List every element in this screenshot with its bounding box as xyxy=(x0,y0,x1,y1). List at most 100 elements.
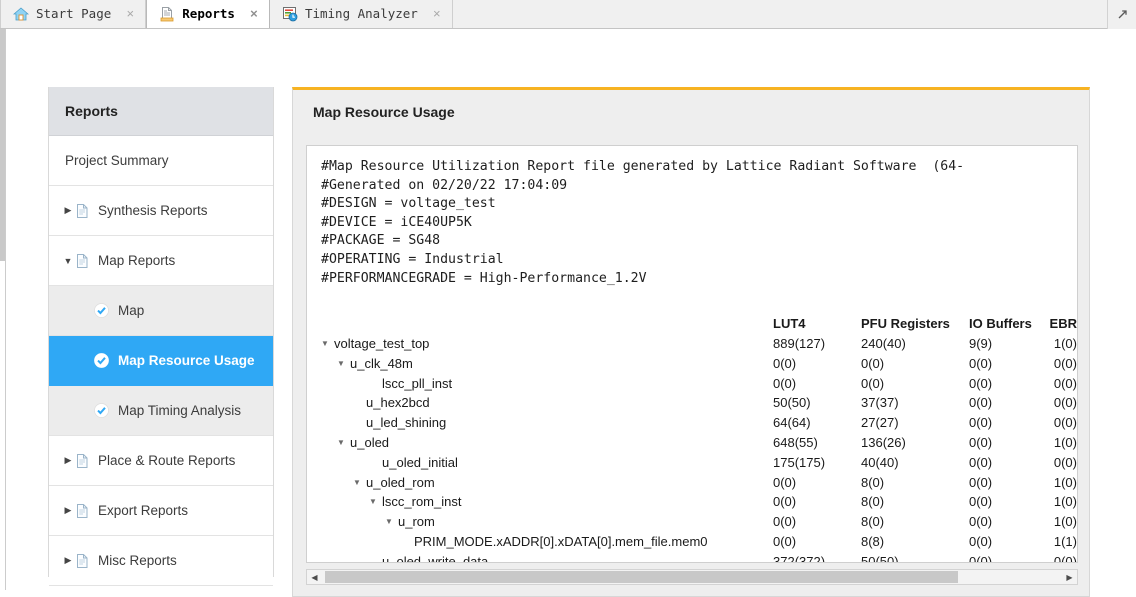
column-header-ebr: EBR xyxy=(1049,316,1077,332)
pfu-registers-cell: 27(27) xyxy=(861,415,899,431)
module-name-label: lscc_rom_inst xyxy=(382,494,462,510)
sidebar-title: Reports xyxy=(49,87,273,136)
column-header-io-buffers: IO Buffers xyxy=(969,316,1032,332)
table-row[interactable]: ▼lscc_pll_inst 0(0) 0(0) 0(0) 0(0) xyxy=(321,374,1077,394)
chevron-right-icon[interactable]: ▶ xyxy=(61,505,75,516)
sidebar-item-label: Map Reports xyxy=(98,252,176,268)
ebr-cell: 1(1) xyxy=(1053,533,1077,549)
close-icon[interactable]: × xyxy=(431,7,443,20)
sidebar-item-map[interactable]: Map xyxy=(49,286,273,336)
ebr-cell: 0(0) xyxy=(1053,553,1077,563)
sidebar-item-label: Map Resource Usage xyxy=(118,352,255,368)
chevron-down-icon[interactable]: ▼ xyxy=(353,473,361,493)
lut4-cell: 0(0) xyxy=(773,355,797,371)
ebr-cell: 1(0) xyxy=(1053,494,1077,510)
map-resource-usage-panel: Map Resource Usage #Map Resource Utiliza… xyxy=(292,87,1090,597)
io-buffers-cell: 0(0) xyxy=(969,474,993,490)
pfu-registers-cell: 8(0) xyxy=(861,474,885,490)
report-content-area[interactable]: #Map Resource Utilization Report file ge… xyxy=(306,145,1078,563)
report-horizontal-scrollbar[interactable]: ◀ ▶ xyxy=(306,569,1078,585)
report-header-block: #Map Resource Utilization Report file ge… xyxy=(321,158,1077,288)
reports-sidebar: Reports Project Summary ▶ Synthesis Repo… xyxy=(48,87,274,586)
module-name-label: u_oled xyxy=(350,434,390,450)
chevron-down-icon[interactable]: ▼ xyxy=(385,512,393,532)
expand-arrow-icon[interactable] xyxy=(1107,0,1136,29)
tab-reports[interactable]: Reports × xyxy=(146,0,270,28)
sidebar-item-map-timing-analysis[interactable]: Map Timing Analysis xyxy=(49,386,273,436)
sidebar-item-export-reports[interactable]: ▶ Export Reports xyxy=(49,486,273,536)
chevron-right-icon[interactable]: ▶ xyxy=(61,555,75,566)
tab-timing-analyzer[interactable]: Timing Analyzer × xyxy=(269,0,453,28)
table-row[interactable]: ▼u_oled_initial 175(175) 40(40) 0(0) 0(0) xyxy=(321,453,1077,473)
table-row[interactable]: ▼PRIM_MODE.xADDR[0].xDATA[0].mem_file.me… xyxy=(321,532,1077,552)
pfu-registers-cell: 240(40) xyxy=(861,335,906,351)
check-circle-icon xyxy=(94,353,109,368)
document-icon xyxy=(75,453,90,469)
sidebar-item-label: Map xyxy=(118,302,145,318)
sidebar-item-map-resource-usage[interactable]: Map Resource Usage xyxy=(49,336,273,386)
sidebar-item-label: Synthesis Reports xyxy=(98,202,208,218)
table-row[interactable]: ▼ u_oled 648(55) 136(26) 0(0) 1(0) xyxy=(321,433,1077,453)
scrollbar-track[interactable] xyxy=(322,570,1062,584)
lut4-cell: 648(55) xyxy=(773,434,818,450)
chevron-down-icon[interactable]: ▼ xyxy=(369,492,377,512)
lut4-cell: 175(175) xyxy=(773,454,826,470)
lut4-cell: 0(0) xyxy=(773,533,797,549)
close-icon[interactable]: × xyxy=(124,7,136,20)
io-buffers-cell: 0(0) xyxy=(969,395,993,411)
ebr-cell: 0(0) xyxy=(1053,454,1077,470)
table-row[interactable]: ▼u_hex2bcd 50(50) 37(37) 0(0) 0(0) xyxy=(321,393,1077,413)
table-row[interactable]: ▼ voltage_test_top 889(127) 240(40) 9(9) 1(0) xyxy=(321,334,1077,354)
sidebar-item-synthesis-reports[interactable]: ▶ Synthesis Reports xyxy=(49,186,273,236)
module-name-label: u_hex2bcd xyxy=(366,395,430,411)
chevron-down-icon[interactable]: ▼ xyxy=(61,256,75,266)
table-row[interactable]: ▼u_oled_write_data 372(372) 50(50) 0(0) 0(0) xyxy=(321,552,1077,563)
pfu-registers-cell: 50(50) xyxy=(861,553,899,563)
table-row[interactable]: ▼ lscc_rom_inst 0(0) 8(0) 0(0) 1(0) xyxy=(321,492,1077,512)
sidebar-item-label: Place & Route Reports xyxy=(98,452,236,468)
pfu-registers-cell: 8(8) xyxy=(861,533,885,549)
pfu-registers-cell: 136(26) xyxy=(861,434,906,450)
table-row[interactable]: ▼ u_clk_48m 0(0) 0(0) 0(0) 0(0) xyxy=(321,354,1077,374)
outer-vertical-scrollbar[interactable] xyxy=(0,29,6,590)
ebr-cell: 0(0) xyxy=(1053,415,1077,431)
io-buffers-cell: 9(9) xyxy=(969,335,993,351)
io-buffers-cell: 0(0) xyxy=(969,553,993,563)
tab-start-page[interactable]: Start Page × xyxy=(0,0,147,28)
sidebar-item-project-summary[interactable]: Project Summary xyxy=(49,136,273,186)
table-row[interactable]: ▼ u_rom 0(0) 8(0) 0(0) 1(0) xyxy=(321,512,1077,532)
scrollbar-thumb[interactable] xyxy=(0,29,5,261)
workspace: Reports Project Summary ▶ Synthesis Repo… xyxy=(0,29,1136,597)
scroll-left-arrow-icon[interactable]: ◀ xyxy=(307,570,322,584)
table-row[interactable]: ▼ u_oled_rom 0(0) 8(0) 0(0) 1(0) xyxy=(321,473,1077,493)
lut4-cell: 0(0) xyxy=(773,494,797,510)
pfu-registers-cell: 0(0) xyxy=(861,355,885,371)
chevron-down-icon[interactable]: ▼ xyxy=(337,433,345,453)
module-name-cell: ▼PRIM_MODE.xADDR[0].xDATA[0].mem_file.me… xyxy=(401,532,708,552)
report-line: #Map Resource Utilization Report file ge… xyxy=(321,159,965,174)
chevron-down-icon[interactable]: ▼ xyxy=(321,334,329,354)
chevron-down-icon[interactable]: ▼ xyxy=(337,354,345,374)
module-name-cell: ▼u_led_shining xyxy=(353,413,446,433)
io-buffers-cell: 0(0) xyxy=(969,494,993,510)
report-line: #PERFORMANCEGRADE = High-Performance_1.2… xyxy=(321,270,647,286)
ebr-cell: 0(0) xyxy=(1053,375,1077,391)
home-icon xyxy=(12,6,30,22)
ebr-cell: 1(0) xyxy=(1053,474,1077,490)
scrollbar-thumb[interactable] xyxy=(325,571,958,583)
scroll-right-arrow-icon[interactable]: ▶ xyxy=(1062,570,1077,584)
chevron-right-icon[interactable]: ▶ xyxy=(61,205,75,216)
sidebar-item-place-route-reports[interactable]: ▶ Place & Route Reports xyxy=(49,436,273,486)
sidebar-item-map-reports[interactable]: ▼ Map Reports xyxy=(49,236,273,286)
module-name-cell: ▼ u_rom xyxy=(385,512,435,532)
io-buffers-cell: 0(0) xyxy=(969,415,993,431)
io-buffers-cell: 0(0) xyxy=(969,514,993,530)
close-icon[interactable]: × xyxy=(248,7,260,20)
resource-usage-table: LUT4 PFU Registers IO Buffers EBR ▼ volta… xyxy=(321,314,1077,563)
chevron-right-icon[interactable]: ▶ xyxy=(61,455,75,466)
timing-analyzer-icon xyxy=(282,6,298,22)
table-row[interactable]: ▼u_led_shining 64(64) 27(27) 0(0) 0(0) xyxy=(321,413,1077,433)
lut4-cell: 0(0) xyxy=(773,474,797,490)
sidebar-item-misc-reports[interactable]: ▶ Misc Reports xyxy=(49,536,273,586)
table-header-row: LUT4 PFU Registers IO Buffers EBR xyxy=(321,314,1077,334)
